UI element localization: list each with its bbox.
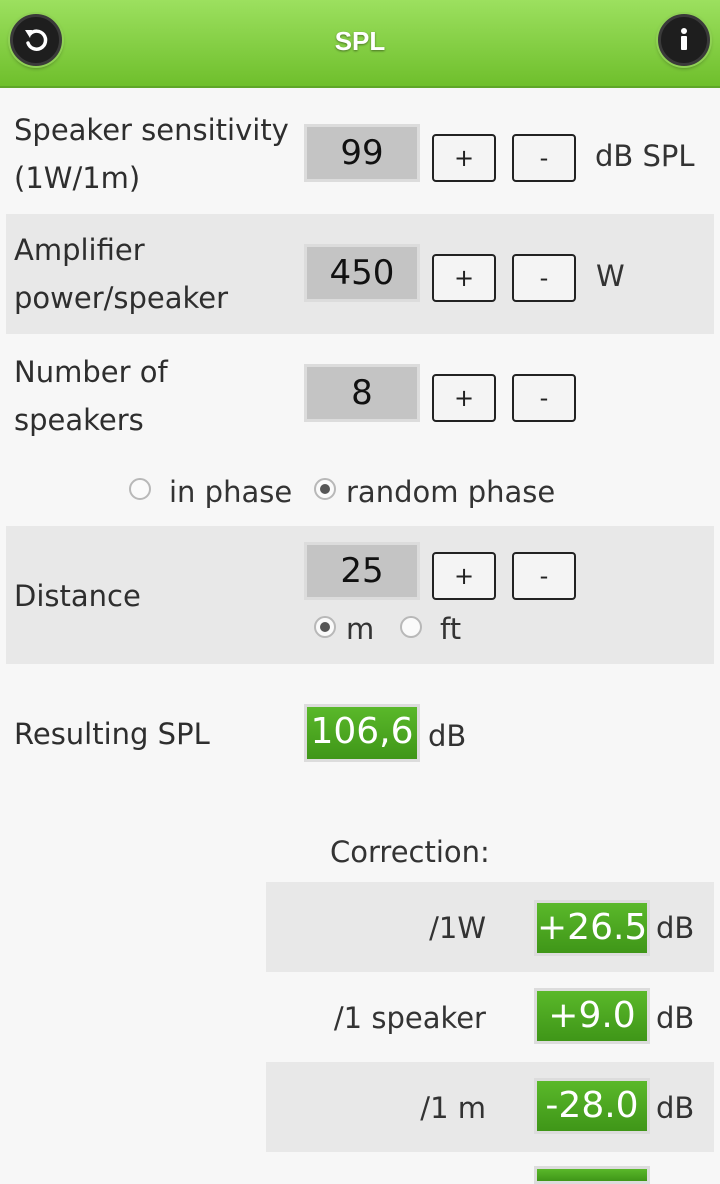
- random-phase-label: random phase: [346, 475, 556, 509]
- meters-radio[interactable]: [314, 616, 336, 638]
- sensitivity-label-line2: (1W/1m): [14, 161, 141, 195]
- distance-row: Distance 25 + - m ft: [6, 526, 714, 664]
- result-label: Resulting SPL: [14, 717, 210, 751]
- speakers-minus-button[interactable]: -: [512, 374, 576, 422]
- result-unit: dB: [428, 719, 467, 753]
- distance-minus-button[interactable]: -: [512, 552, 576, 600]
- correction-unit: dB: [656, 911, 695, 945]
- feet-label: ft: [440, 612, 462, 646]
- correction-label: /1W: [429, 911, 486, 945]
- power-unit: W: [596, 259, 625, 293]
- sensitivity-minus-button[interactable]: -: [512, 134, 576, 182]
- meters-label: m: [346, 612, 375, 646]
- speakers-value[interactable]: 8: [304, 364, 420, 422]
- speakers-plus-button[interactable]: +: [432, 374, 496, 422]
- speakers-row: Number of speakers 8 + -: [6, 338, 714, 448]
- correction-title: Correction:: [330, 835, 490, 869]
- correction-unit: dB: [656, 1001, 695, 1035]
- correction-label: /1 m: [420, 1091, 486, 1125]
- power-label-line1: Amplifier: [14, 233, 145, 267]
- in-phase-label: in phase: [169, 475, 293, 509]
- power-value[interactable]: 450: [304, 244, 420, 302]
- distance-value[interactable]: 25: [304, 542, 420, 600]
- random-phase-radio[interactable]: [314, 478, 336, 500]
- power-label-line2: power/speaker: [14, 281, 229, 315]
- sensitivity-row: Speaker sensitivity (1W/1m) 99 + - dB SP…: [6, 100, 714, 210]
- correction-value: -28.0: [534, 1078, 650, 1134]
- sensitivity-label-line1: Speaker sensitivity: [14, 113, 289, 147]
- sensitivity-plus-button[interactable]: +: [432, 134, 496, 182]
- speakers-label-line2: speakers: [14, 403, 144, 437]
- app-header: SPL: [0, 0, 720, 88]
- correction-value-partial: -7.0: [534, 1166, 650, 1184]
- distance-label: Distance: [14, 579, 141, 613]
- sensitivity-value[interactable]: 99: [304, 124, 420, 182]
- result-value: 106,6: [304, 704, 420, 762]
- page-title: SPL: [334, 26, 386, 56]
- in-phase-radio[interactable]: [129, 478, 151, 500]
- correction-unit: dB: [656, 1091, 695, 1125]
- correction-value: +26.5: [534, 900, 650, 956]
- feet-radio[interactable]: [400, 616, 422, 638]
- correction-value: +9.0: [534, 988, 650, 1044]
- power-row: Amplifier power/speaker 450 + - W: [6, 214, 714, 334]
- power-minus-button[interactable]: -: [512, 254, 576, 302]
- correction-label: /1 speaker: [333, 1001, 486, 1035]
- power-plus-button[interactable]: +: [432, 254, 496, 302]
- distance-plus-button[interactable]: +: [432, 552, 496, 600]
- info-icon: [681, 28, 687, 50]
- sensitivity-unit: dB SPL: [595, 139, 695, 173]
- info-button[interactable]: [658, 14, 710, 66]
- speakers-label-line1: Number of: [14, 355, 168, 389]
